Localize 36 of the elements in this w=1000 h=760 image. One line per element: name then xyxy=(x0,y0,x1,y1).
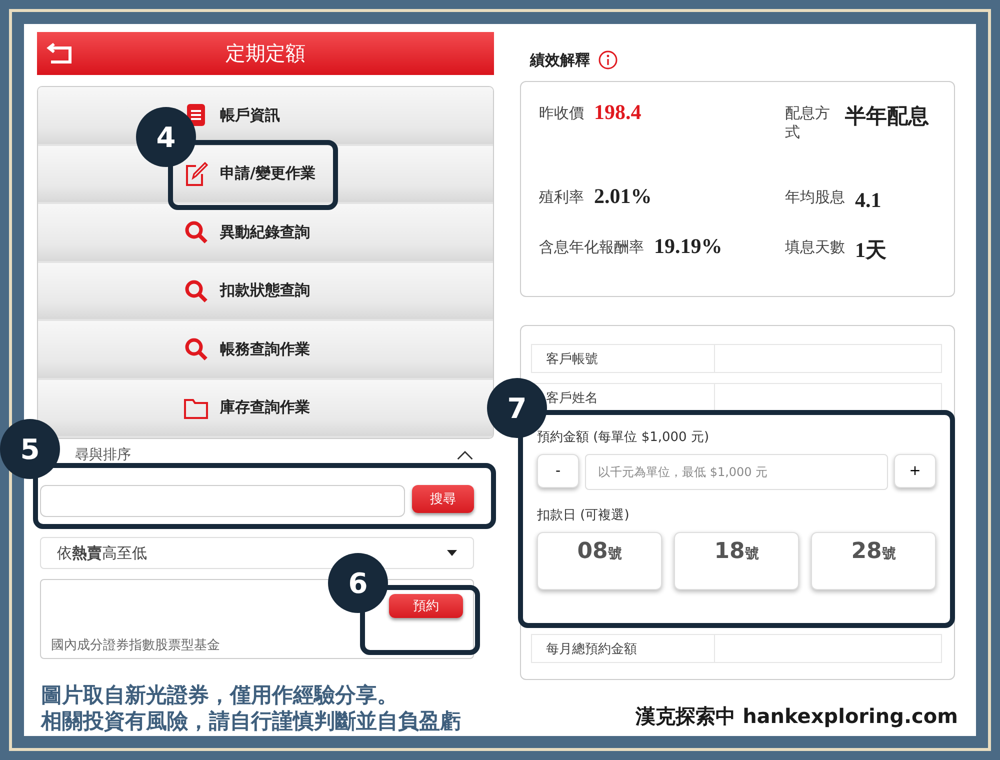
caption-text: 圖片取自新光證券，僅用作經驗分享。 xyxy=(41,682,399,708)
reserve-button[interactable]: 預約 xyxy=(389,594,463,618)
day-option[interactable]: 28號 xyxy=(811,532,936,590)
stat-label: 年均股息 xyxy=(785,187,845,207)
stat-value: 2.01% xyxy=(594,184,652,209)
menu-item[interactable]: 申請/變更作業 xyxy=(38,146,493,204)
sort-dropdown[interactable]: 依熱賣高至低 xyxy=(40,537,474,569)
menu-item[interactable]: 庫存查詢作業 xyxy=(38,380,493,438)
table-cell: 每月總預約金額 xyxy=(532,635,715,662)
menu-item[interactable]: 異動紀錄查詢 xyxy=(38,204,493,262)
search-button[interactable]: 搜尋 xyxy=(412,485,474,513)
stat-value: 1天 xyxy=(855,237,886,264)
day-option[interactable]: 18號 xyxy=(674,532,799,590)
stat-label: 含息年化報酬率 xyxy=(539,237,644,257)
fund-category: 國內成分證券指數股票型基金 xyxy=(51,637,221,654)
stat-label: 配息方式 xyxy=(785,103,831,142)
plus-button[interactable]: + xyxy=(894,454,936,488)
stat-value: 19.19% xyxy=(654,234,722,259)
stat-value: 198.4 xyxy=(594,100,642,125)
day-option[interactable]: 08號 xyxy=(537,532,662,590)
minus-button[interactable]: - xyxy=(537,454,579,488)
menu-item[interactable]: 扣款狀態查詢 xyxy=(38,262,493,321)
amount-field[interactable]: 以千元為單位，最低 $1,000 元 xyxy=(585,454,888,490)
field-label: 扣款日 (可複選) xyxy=(537,507,630,524)
stat-label: 昨收價 xyxy=(539,103,584,123)
brand-text: 漢克探索中 hankexploring.com xyxy=(636,703,958,730)
stat-value: 4.1 xyxy=(855,187,882,214)
section-title: 尋與排序 xyxy=(75,446,131,464)
section-title: 績效解釋 xyxy=(530,50,590,70)
caption-text: 相關投資有風險，請自行謹慎判斷並自負盈虧 xyxy=(41,708,461,734)
header-title: 定期定額 xyxy=(226,40,306,67)
table-cell: 客戶帳號 xyxy=(532,345,715,372)
menu-item[interactable]: 帳務查詢作業 xyxy=(38,321,493,380)
stat-label: 填息天數 xyxy=(785,237,845,257)
stat-label: 殖利率 xyxy=(539,187,584,207)
stat-value: 半年配息 xyxy=(845,103,929,130)
